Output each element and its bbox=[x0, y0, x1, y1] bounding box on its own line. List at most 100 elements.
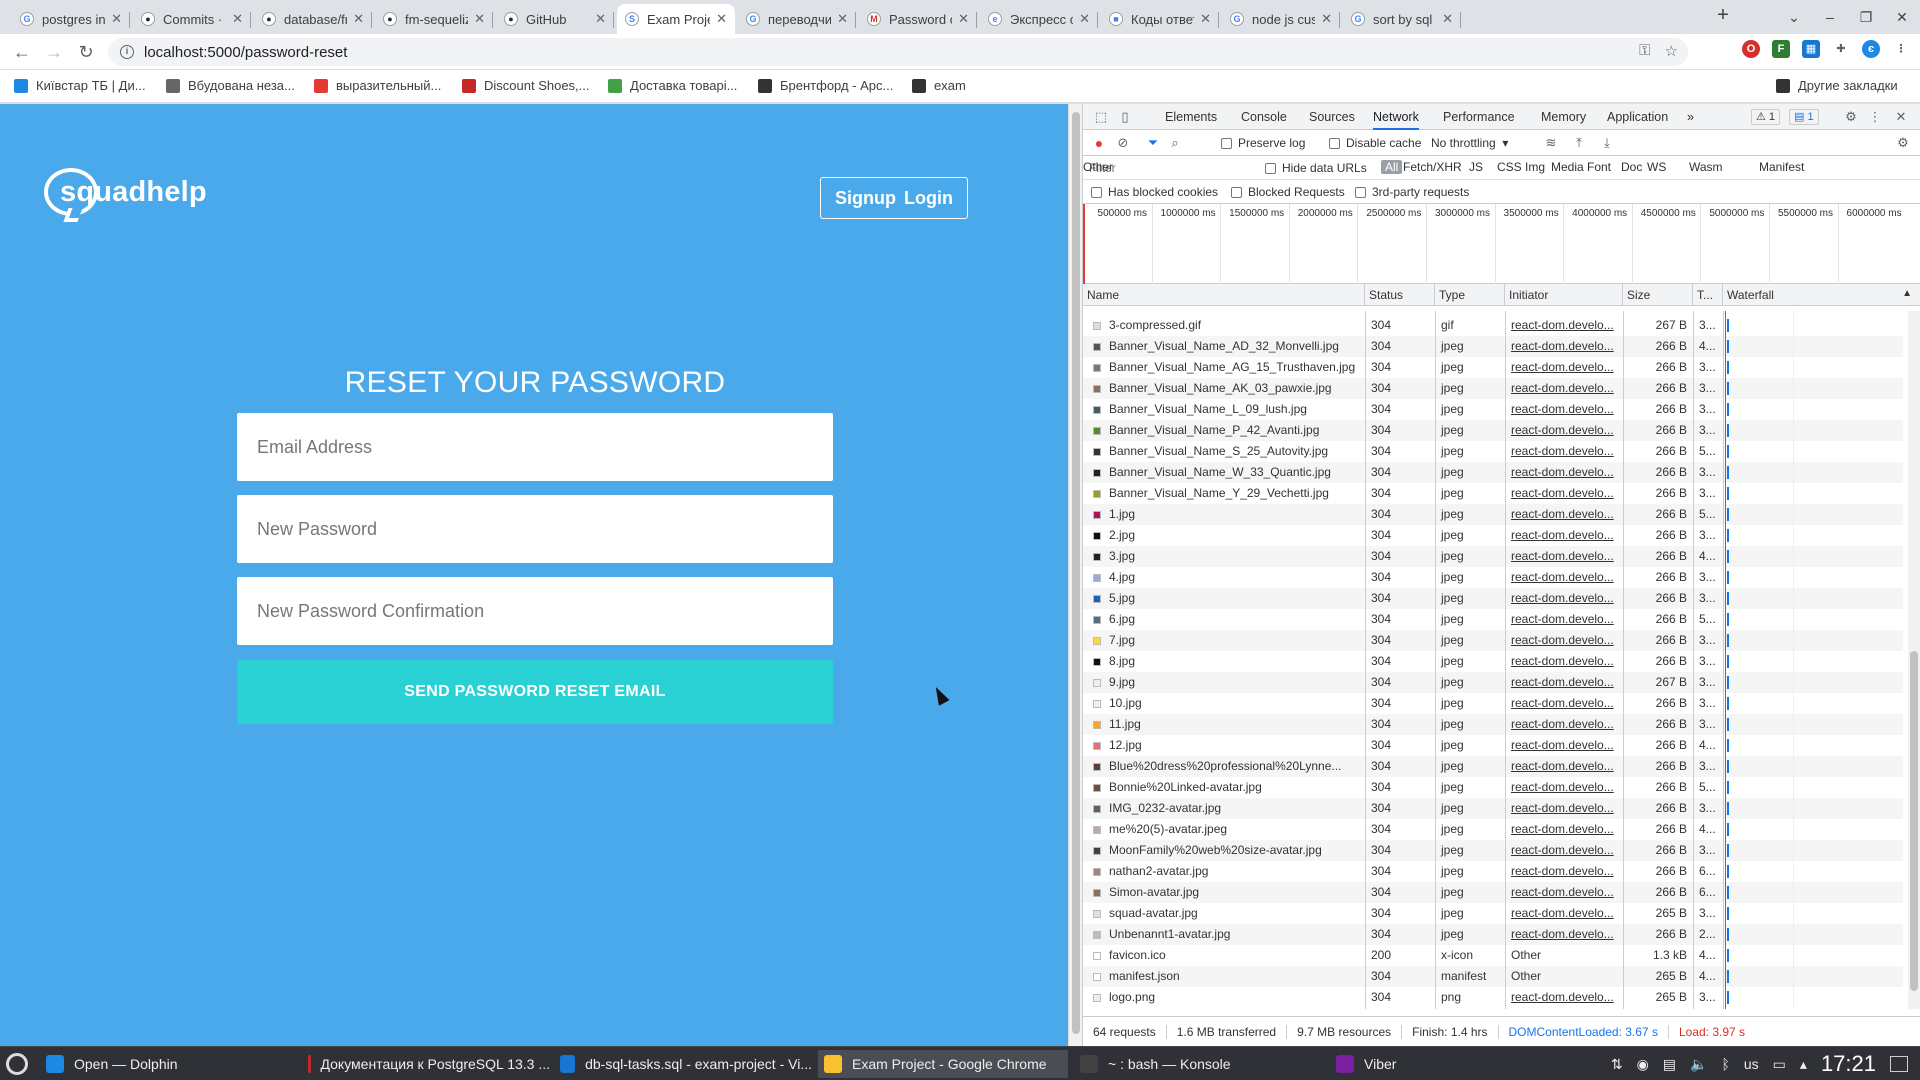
tab-5[interactable]: S Exam Project ✕ bbox=[617, 4, 735, 34]
new-tab-button[interactable]: + bbox=[1710, 4, 1736, 30]
blocked-requests-checkbox[interactable]: Blocked Requests bbox=[1231, 185, 1345, 199]
export-har-icon[interactable]: ⤓ bbox=[1599, 135, 1615, 151]
close-devtools-icon[interactable]: ✕ bbox=[1893, 109, 1909, 125]
table-row[interactable]: nathan2-avatar.jpg 304 jpeg react-dom.devel… bbox=[1083, 861, 1903, 882]
filter-icon[interactable]: ⏷ bbox=[1145, 135, 1161, 151]
warnings-badge[interactable]: ⚠ 1 bbox=[1751, 109, 1781, 125]
bookmark-5[interactable]: Брентфорд - Арс... bbox=[758, 78, 893, 93]
table-row[interactable]: Banner_Visual_Name_AD_32_Monvelli.jpg 304… bbox=[1083, 336, 1903, 357]
request-initiator[interactable]: react-dom.develo... bbox=[1507, 588, 1621, 609]
bluetooth-icon[interactable]: ᛒ bbox=[1721, 1056, 1729, 1072]
table-row[interactable]: 5.jpg 304 jpeg react-dom.develo... 266 B 3... bbox=[1083, 588, 1903, 609]
filter-type-doc[interactable]: Doc bbox=[1621, 160, 1642, 174]
throttling-select[interactable]: No throttling ▾ bbox=[1431, 136, 1508, 150]
tab-close-icon[interactable]: ✕ bbox=[474, 11, 485, 27]
third-party-checkbox[interactable]: 3rd-party requests bbox=[1355, 185, 1469, 199]
request-initiator[interactable]: react-dom.develo... bbox=[1507, 441, 1621, 462]
tab-close-icon[interactable]: ✕ bbox=[232, 11, 243, 27]
table-row[interactable]: 3-compressed.gif 304 gif react-dom.develo..… bbox=[1083, 315, 1903, 336]
blocked-cookies-checkbox[interactable]: Has blocked cookies bbox=[1091, 185, 1218, 199]
key-icon[interactable]: ⚿ bbox=[1639, 42, 1650, 60]
timeline-overview[interactable]: 500000 ms 1000000 ms 1500000 ms 2000000 ms 2… bbox=[1083, 204, 1920, 284]
devtools-tab-performance[interactable]: Performance bbox=[1443, 104, 1515, 130]
close-window-icon[interactable]: ✕ bbox=[1884, 0, 1920, 34]
request-initiator[interactable]: react-dom.develo... bbox=[1507, 315, 1621, 336]
request-initiator[interactable]: react-dom.develo... bbox=[1507, 777, 1621, 798]
table-row[interactable]: 3.jpg 304 jpeg react-dom.develo... 266 B 4... bbox=[1083, 546, 1903, 567]
filter-type-media[interactable]: Media bbox=[1551, 160, 1584, 174]
taskbar-item-3[interactable]: Exam Project - Google Chrome bbox=[818, 1050, 1068, 1078]
show-desktop-icon[interactable] bbox=[1890, 1056, 1908, 1072]
bookmark-star-icon[interactable]: ☆ bbox=[1665, 42, 1678, 60]
other-bookmarks[interactable]: Другие закладки bbox=[1776, 78, 1898, 93]
table-row[interactable]: squad-avatar.jpg 304 jpeg react-dom.develo.… bbox=[1083, 903, 1903, 924]
table-row[interactable]: Banner_Visual_Name_S_25_Autovity.jpg 304 j… bbox=[1083, 441, 1903, 462]
request-initiator[interactable]: react-dom.develo... bbox=[1507, 399, 1621, 420]
request-initiator[interactable]: react-dom.develo... bbox=[1507, 819, 1621, 840]
request-initiator[interactable]: react-dom.develo... bbox=[1507, 504, 1621, 525]
table-row[interactable]: 9.jpg 304 jpeg react-dom.develo... 267 B 3... bbox=[1083, 672, 1903, 693]
request-initiator[interactable]: react-dom.develo... bbox=[1507, 714, 1621, 735]
minimize-icon[interactable]: – bbox=[1812, 0, 1848, 34]
tab-8[interactable]: e Экспресс об ✕ bbox=[980, 4, 1098, 34]
tab-close-icon[interactable]: ✕ bbox=[595, 11, 606, 27]
filter-type-img[interactable]: Img bbox=[1525, 160, 1545, 174]
table-row[interactable]: Banner_Visual_Name_Y_29_Vechetti.jpg 304 j… bbox=[1083, 483, 1903, 504]
reload-button[interactable]: ↻ bbox=[74, 40, 98, 64]
request-initiator[interactable]: react-dom.develo... bbox=[1507, 378, 1621, 399]
display-icon[interactable]: ▭ bbox=[1773, 1056, 1786, 1073]
messages-badge[interactable]: ▤ 1 bbox=[1789, 109, 1819, 125]
opera-extension-icon[interactable]: O bbox=[1742, 40, 1760, 58]
devtools-tab-application[interactable]: Application bbox=[1607, 104, 1668, 130]
table-row[interactable]: Banner_Visual_Name_AK_03_pawxie.jpg 304 jp… bbox=[1083, 378, 1903, 399]
request-initiator[interactable]: react-dom.develo... bbox=[1507, 882, 1621, 903]
keyboard-layout[interactable]: us bbox=[1744, 1056, 1759, 1072]
col-type[interactable]: Type bbox=[1435, 284, 1505, 306]
filter-type-fetchxhr[interactable]: Fetch/XHR bbox=[1403, 160, 1462, 174]
bookmark-3[interactable]: Discount Shoes,... bbox=[462, 78, 590, 93]
tab-close-icon[interactable]: ✕ bbox=[716, 11, 727, 27]
confirm-password-field[interactable] bbox=[237, 577, 833, 645]
request-initiator[interactable]: react-dom.develo... bbox=[1507, 630, 1621, 651]
filter-type-ws[interactable]: WS bbox=[1647, 160, 1666, 174]
puzzle-icon[interactable]: ✚ bbox=[1832, 40, 1850, 58]
taskbar-item-1[interactable]: Документация к PostgreSQL 13.3 ... bbox=[302, 1050, 550, 1078]
table-row[interactable]: Banner_Visual_Name_AG_15_Trusthaven.jpg 3… bbox=[1083, 357, 1903, 378]
bookmark-0[interactable]: Київстар ТБ | Ди... bbox=[14, 78, 146, 93]
tab-1[interactable]: ● Commits · Ev ✕ bbox=[133, 4, 251, 34]
tab-close-icon[interactable]: ✕ bbox=[1321, 11, 1332, 27]
tab-7[interactable]: M Password ch ✕ bbox=[859, 4, 977, 34]
network-conditions-icon[interactable]: ≋ bbox=[1543, 135, 1559, 151]
table-row[interactable]: 8.jpg 304 jpeg react-dom.develo... 266 B 3... bbox=[1083, 651, 1903, 672]
request-initiator[interactable]: react-dom.develo... bbox=[1507, 672, 1621, 693]
table-row[interactable]: Blue%20dress%20professional%20Lynne... 30… bbox=[1083, 756, 1903, 777]
page-scrollbar[interactable] bbox=[1068, 104, 1082, 1046]
tab-3[interactable]: ● fm-sequelize ✕ bbox=[375, 4, 493, 34]
table-row[interactable]: Banner_Visual_Name_W_33_Quantic.jpg 304 jp… bbox=[1083, 462, 1903, 483]
filter-type-other[interactable]: Other bbox=[1083, 160, 1113, 174]
taskbar-item-0[interactable]: Open — Dolphin bbox=[40, 1050, 294, 1078]
filter-type-font[interactable]: Font bbox=[1587, 160, 1611, 174]
request-initiator[interactable]: react-dom.develo... bbox=[1507, 567, 1621, 588]
request-initiator[interactable]: react-dom.develo... bbox=[1507, 651, 1621, 672]
hide-data-urls-checkbox[interactable]: Hide data URLs bbox=[1265, 161, 1367, 175]
request-initiator[interactable]: react-dom.develo... bbox=[1507, 924, 1621, 945]
filter-type-css[interactable]: CSS bbox=[1497, 160, 1522, 174]
tab-11[interactable]: Gsort by sql - ✕ bbox=[1343, 4, 1461, 34]
request-initiator[interactable]: react-dom.develo... bbox=[1507, 420, 1621, 441]
login-link[interactable]: Login bbox=[904, 188, 953, 209]
request-initiator[interactable]: react-dom.develo... bbox=[1507, 987, 1621, 1008]
request-initiator[interactable]: react-dom.develo... bbox=[1507, 798, 1621, 819]
restore-icon[interactable]: ❐ bbox=[1848, 0, 1884, 34]
devtools-tab-sources[interactable]: Sources bbox=[1309, 104, 1355, 130]
bookmark-1[interactable]: Вбудована неза... bbox=[166, 78, 295, 93]
table-row[interactable]: manifest.json 304 manifest Other 265 B 4... bbox=[1083, 966, 1903, 987]
clear-icon[interactable]: ⊘ bbox=[1115, 135, 1131, 151]
col-initiator[interactable]: Initiator bbox=[1505, 284, 1623, 306]
clipboard-icon[interactable]: ▤ bbox=[1663, 1056, 1676, 1073]
request-initiator[interactable]: react-dom.develo... bbox=[1507, 735, 1621, 756]
tab-close-icon[interactable]: ✕ bbox=[837, 11, 848, 27]
table-row[interactable]: Simon-avatar.jpg 304 jpeg react-dom.develo.… bbox=[1083, 882, 1903, 903]
tab-close-icon[interactable]: ✕ bbox=[1442, 11, 1453, 27]
profile-avatar[interactable]: є bbox=[1862, 40, 1880, 58]
